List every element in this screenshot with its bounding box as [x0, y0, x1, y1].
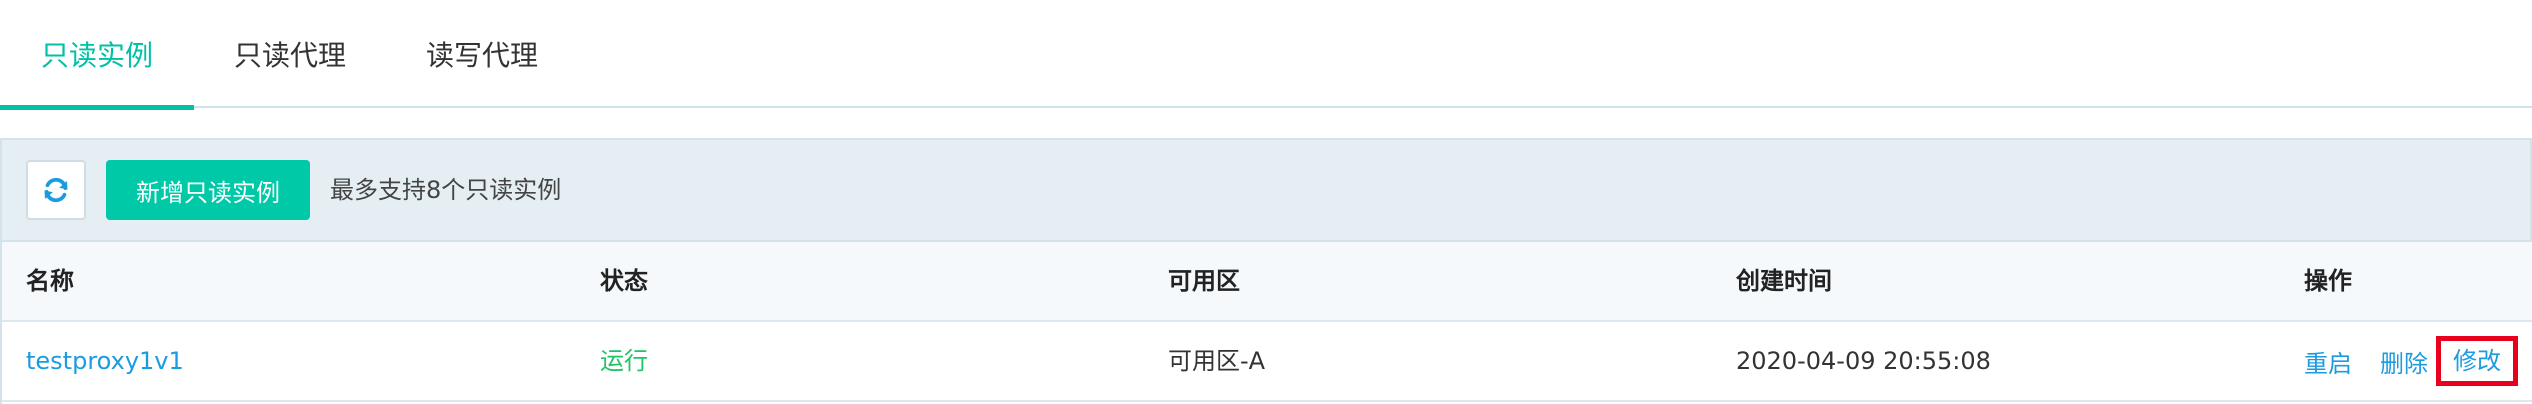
table-row: testproxy1v1 运行 可用区-A 2020-04-09 20:55:0… — [2, 322, 2532, 402]
modify-link[interactable]: 修改 — [2453, 347, 2501, 375]
add-button-label: 新增只读实例 — [136, 178, 280, 207]
table-header: 名称 状态 可用区 创建时间 操作 — [2, 242, 2532, 322]
add-readonly-instance-button[interactable]: 新增只读实例 — [106, 160, 310, 220]
tab-label: 读写代理 — [425, 39, 538, 72]
toolbar: 新增只读实例 最多支持8个只读实例 — [0, 138, 2532, 242]
delete-link[interactable]: 删除 — [2380, 344, 2428, 379]
tab-label: 只读实例 — [40, 39, 153, 72]
column-header-created: 创建时间 — [1736, 267, 1832, 295]
refresh-icon — [44, 177, 68, 203]
instance-limit-hint: 最多支持8个只读实例 — [330, 176, 562, 204]
column-header-actions: 操作 — [2304, 267, 2352, 295]
instances-table: 名称 状态 可用区 创建时间 操作 testproxy1v1 运行 可用区-A … — [0, 242, 2532, 404]
column-header-status: 状态 — [600, 267, 648, 295]
zone-text: 可用区-A — [1168, 347, 1266, 375]
instance-name-link[interactable]: testproxy1v1 — [26, 322, 184, 400]
restart-link[interactable]: 重启 — [2304, 344, 2352, 379]
tab-label: 只读代理 — [233, 39, 346, 72]
modify-highlight-box: 修改 — [2436, 336, 2518, 386]
created-time-text: 2020-04-09 20:55:08 — [1736, 347, 1991, 375]
column-header-zone: 可用区 — [1168, 267, 1240, 295]
tab-readonly-proxy[interactable]: 只读代理 — [194, 0, 386, 108]
row-actions: 重启 删除 修改 — [2304, 322, 2518, 400]
tab-readwrite-proxy[interactable]: 读写代理 — [386, 0, 578, 108]
tab-bar: 只读实例 只读代理 读写代理 — [0, 0, 2532, 110]
tab-readonly-instances[interactable]: 只读实例 — [0, 0, 194, 110]
column-header-name: 名称 — [26, 267, 74, 295]
status-text: 运行 — [600, 347, 648, 375]
read-only-instances-page: 只读实例 只读代理 读写代理 新增只读实例 最多支持8个只读实例 名称 状态 可 — [0, 0, 2532, 404]
refresh-button[interactable] — [26, 160, 86, 220]
